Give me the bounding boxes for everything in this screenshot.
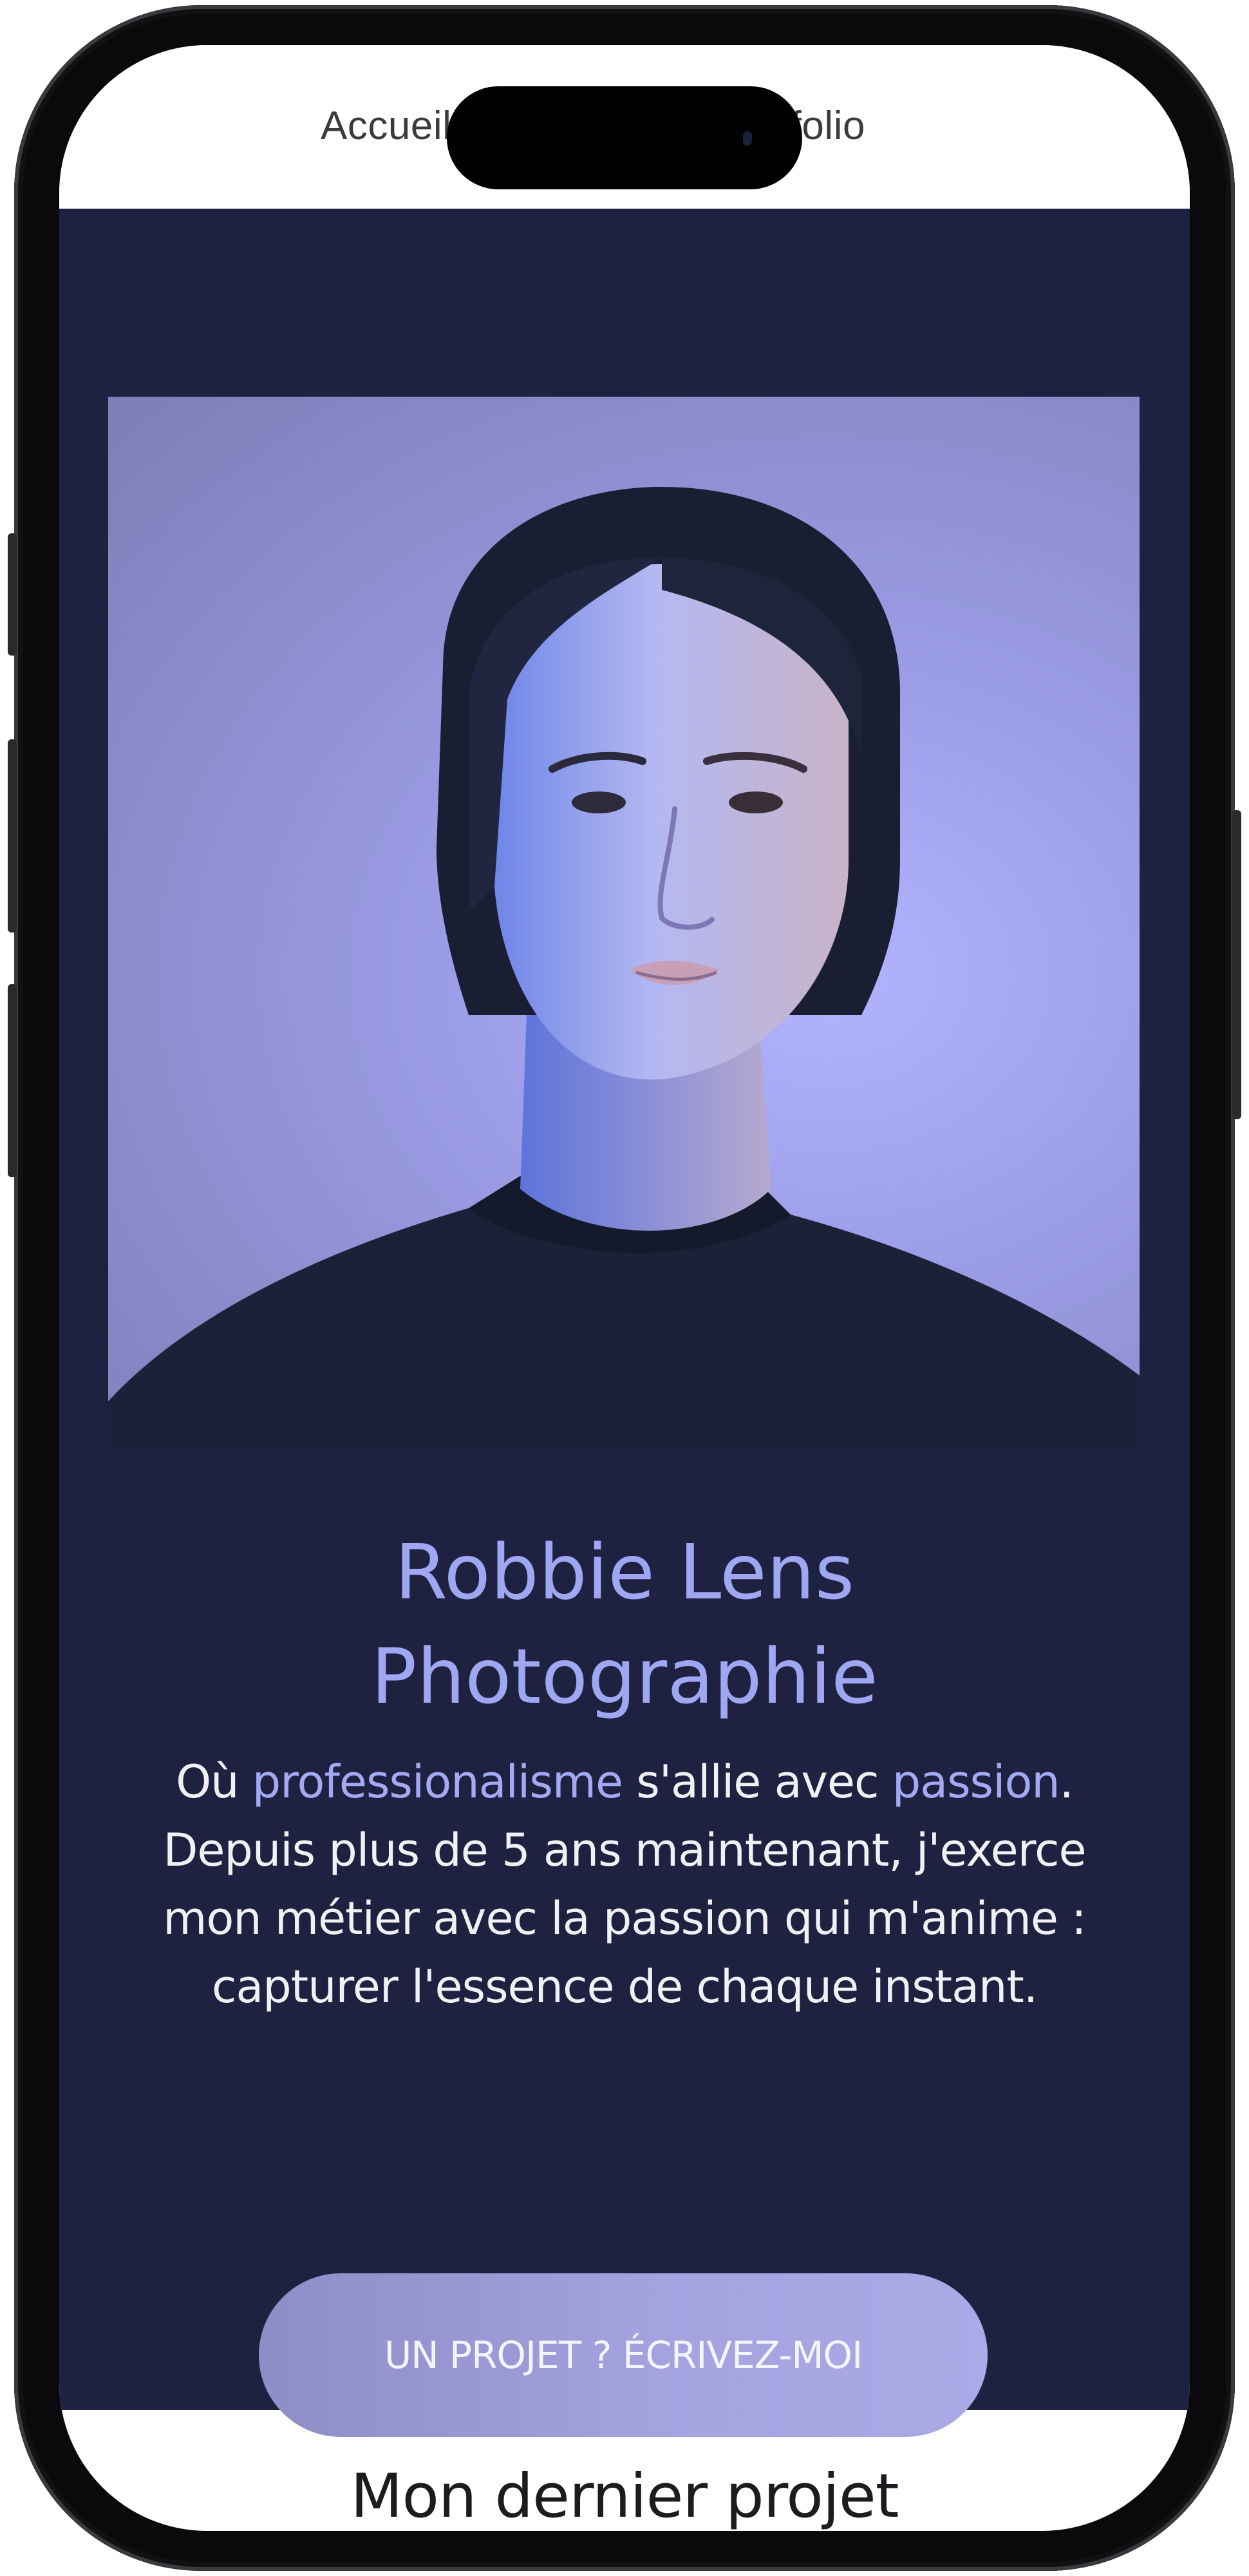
phone-screen: Accueil Portfolio: [59, 45, 1190, 2531]
highlight-professionalisme: professionalisme: [252, 1756, 623, 1808]
portrait-photo: [108, 397, 1140, 1448]
latest-project-heading: Mon dernier projet: [350, 2461, 899, 2531]
hero-section: Robbie Lens Photographie Où professional…: [59, 209, 1190, 2437]
title-line-1: Robbie Lens: [394, 1528, 855, 1616]
hero-description: Où professionalisme s'allie avec passion…: [124, 1748, 1125, 2021]
power-button: [1232, 810, 1241, 1119]
volume-down-button: [8, 984, 17, 1177]
page-title: Robbie Lens Photographie: [59, 1520, 1190, 1728]
highlight-passion: passion: [892, 1756, 1060, 1808]
title-line-2: Photographie: [371, 1632, 878, 1721]
volume-up-button: [8, 739, 17, 933]
description-text-2: s'allie avec: [623, 1756, 892, 1808]
portrait-illustration: [108, 487, 1140, 1448]
description-text-1: Où: [176, 1756, 252, 1808]
nav-link-accueil[interactable]: Accueil: [321, 103, 451, 149]
front-camera-icon: [743, 131, 752, 146]
contact-cta-button[interactable]: UN PROJET ? ÉCRIVEZ-MOI: [259, 2273, 988, 2437]
action-button: [8, 533, 17, 656]
